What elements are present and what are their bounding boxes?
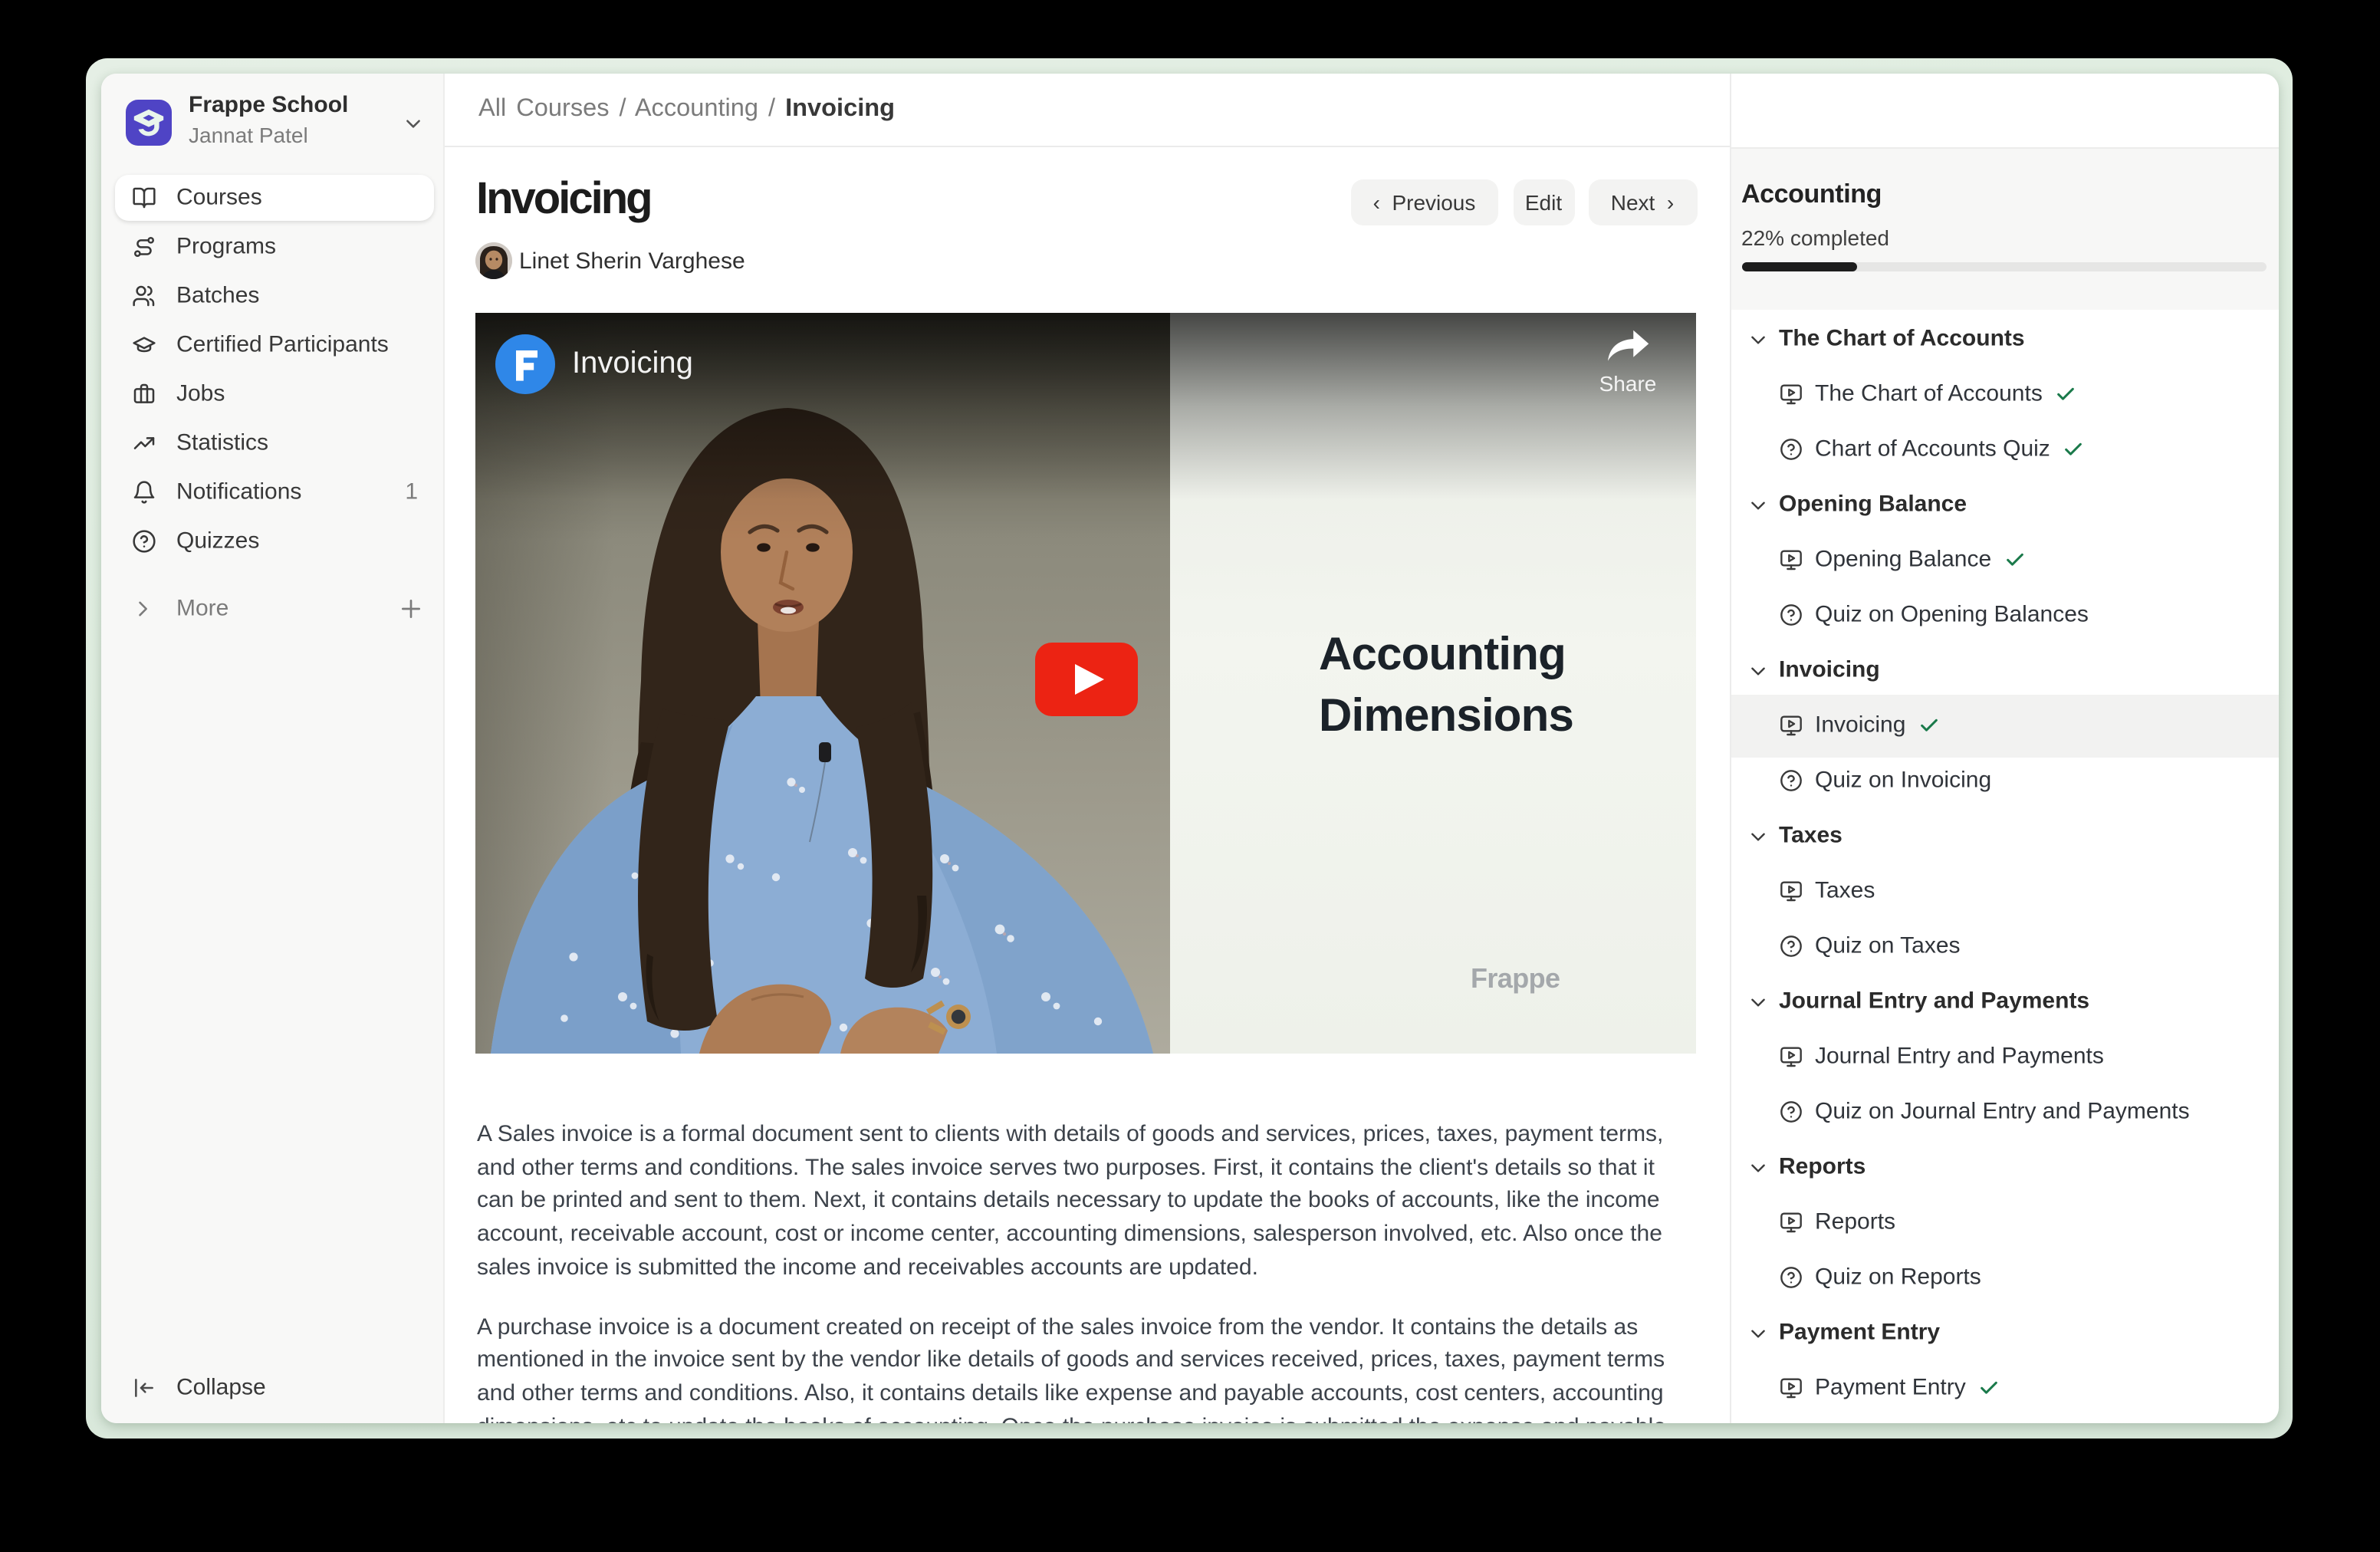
svg-text:Dimensions: Dimensions (1318, 689, 1573, 740)
svg-text:Frappe: Frappe (1470, 962, 1559, 993)
svg-text:Accounting: Accounting (1318, 627, 1565, 679)
